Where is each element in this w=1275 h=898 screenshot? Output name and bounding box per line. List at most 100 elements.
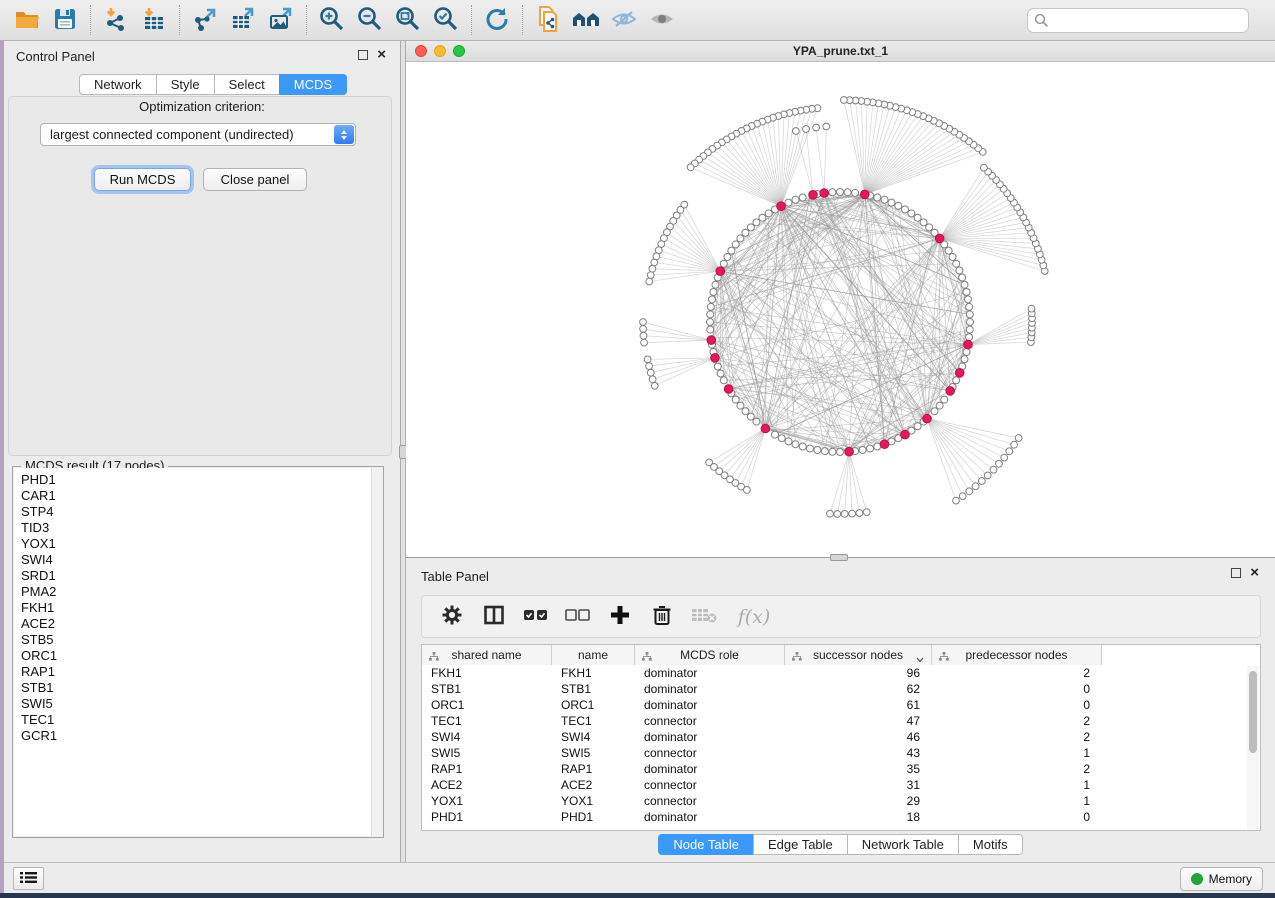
mcds-result-item[interactable]: SWI4 <box>21 552 382 568</box>
export-network-button[interactable] <box>186 3 224 37</box>
zoom-in-button[interactable] <box>313 3 351 37</box>
table-tab-network-table[interactable]: Network Table <box>847 834 959 855</box>
run-mcds-button[interactable]: Run MCDS <box>94 168 191 191</box>
tab-style[interactable]: Style <box>156 74 215 95</box>
mcds-result-item[interactable]: YOX1 <box>21 536 382 552</box>
table-cell: YOX1 <box>422 793 552 809</box>
status-bar: Memory <box>4 862 1275 893</box>
column-header-MCDS-role[interactable]: MCDS role <box>635 645 785 665</box>
mcds-result-item[interactable]: PMA2 <box>21 584 382 600</box>
network-graph[interactable] <box>406 62 1275 557</box>
network-canvas[interactable] <box>406 62 1275 557</box>
table-row[interactable]: YOX1YOX1connector291 <box>422 793 1260 809</box>
table-cell: PHD1 <box>552 809 635 825</box>
first-neighbors-button[interactable] <box>567 3 605 37</box>
column-header-predecessor-nodes[interactable]: predecessor nodes <box>932 645 1102 665</box>
mcds-tab-content <box>8 96 392 456</box>
copy-network-button[interactable] <box>529 3 567 37</box>
mcds-result-item[interactable]: ORC1 <box>21 648 382 664</box>
eye-icon <box>648 6 676 35</box>
save-session-button[interactable] <box>46 3 84 37</box>
horizontal-splitter-handle[interactable] <box>830 554 848 561</box>
mcds-result-item[interactable]: FKH1 <box>21 600 382 616</box>
table-cell: connector <box>635 713 785 729</box>
table-row[interactable]: STB1STB1dominator620 <box>422 681 1260 697</box>
table-tab-edge-table[interactable]: Edge Table <box>753 834 848 855</box>
column-header-shared-name[interactable]: shared name <box>422 645 552 665</box>
refresh-layout-button[interactable] <box>478 3 516 37</box>
mcds-list-scrollbar[interactable] <box>371 468 382 836</box>
table-settings-button[interactable] <box>436 602 468 632</box>
table-tab-node-table[interactable]: Node Table <box>658 834 754 855</box>
table-panel-title: Table Panel <box>421 569 489 584</box>
tab-network[interactable]: Network <box>79 74 157 95</box>
column-label: name <box>578 648 608 662</box>
shared-column-icon <box>429 650 439 664</box>
task-history-button[interactable] <box>13 867 44 890</box>
zoom-selected-button[interactable] <box>427 3 465 37</box>
column-header-name[interactable]: name <box>552 645 635 665</box>
select-all-button[interactable] <box>520 602 552 632</box>
memory-button[interactable]: Memory <box>1180 867 1263 891</box>
mcds-result-item[interactable]: STB5 <box>21 632 382 648</box>
mcds-result-item[interactable]: CAR1 <box>21 488 382 504</box>
table-cell: RAP1 <box>422 761 552 777</box>
table-row[interactable]: ORC1ORC1dominator610 <box>422 697 1260 713</box>
mcds-result-item[interactable]: ACE2 <box>21 616 382 632</box>
mcds-result-item[interactable]: STP4 <box>21 504 382 520</box>
open-file-button[interactable] <box>8 3 46 37</box>
table-scrollbar[interactable] <box>1247 666 1259 829</box>
table-row[interactable]: RAP1RAP1dominator352 <box>422 761 1260 777</box>
import-network-button[interactable] <box>97 3 135 37</box>
add-column-button[interactable] <box>604 602 636 632</box>
float-panel-icon[interactable] <box>358 50 368 60</box>
export-table-button[interactable] <box>224 3 262 37</box>
sort-chevron-icon[interactable] <box>916 652 923 657</box>
table-header-row: shared name name MCDS role successor nodes p… <box>422 645 1102 665</box>
network-titlebar[interactable]: YPA_prune.txt_1 <box>406 41 1275 62</box>
mcds-result-item[interactable]: TEC1 <box>21 712 382 728</box>
mcds-result-list[interactable]: PHD1CAR1STP4TID3YOX1SWI4SRD1PMA2FKH1ACE2… <box>14 468 382 836</box>
mcds-result-item[interactable]: RAP1 <box>21 664 382 680</box>
table-cell: ORC1 <box>422 697 552 713</box>
mcds-result-item[interactable]: SWI5 <box>21 696 382 712</box>
table-row[interactable]: TEC1TEC1connector472 <box>422 713 1260 729</box>
close-panel-icon[interactable]: × <box>377 50 386 60</box>
table-cell: PHD1 <box>422 809 552 825</box>
close-panel-button[interactable]: Close panel <box>203 168 307 191</box>
import-table-button[interactable] <box>135 3 173 37</box>
table-scrollbar-thumb[interactable] <box>1249 671 1257 753</box>
mcds-result-item[interactable]: SRD1 <box>21 568 382 584</box>
table-row[interactable]: PHD1PHD1dominator180 <box>422 809 1260 825</box>
table-row[interactable]: FKH1FKH1dominator962 <box>422 665 1260 681</box>
column-label: successor nodes <box>813 648 903 662</box>
export-image-button[interactable] <box>262 3 300 37</box>
close-table-panel-icon[interactable]: × <box>1250 568 1259 578</box>
table-row[interactable]: SWI5SWI5connector431 <box>422 745 1260 761</box>
tab-select[interactable]: Select <box>214 74 280 95</box>
mcds-result-item[interactable]: PHD1 <box>21 472 382 488</box>
hide-selected-button[interactable] <box>605 3 643 37</box>
table-tab-motifs[interactable]: Motifs <box>958 834 1023 855</box>
zoom-out-button[interactable] <box>351 3 389 37</box>
mcds-result-item[interactable]: STB1 <box>21 680 382 696</box>
unselect-all-button[interactable] <box>562 602 594 632</box>
show-columns-button[interactable] <box>478 602 510 632</box>
mcds-result-item[interactable]: TID3 <box>21 520 382 536</box>
mcds-result-item[interactable]: GCR1 <box>21 728 382 744</box>
table-row[interactable]: ACE2ACE2connector311 <box>422 777 1260 793</box>
table-row[interactable]: SWI4SWI4dominator462 <box>422 729 1260 745</box>
delete-column-button[interactable] <box>646 602 678 632</box>
search-input[interactable] <box>1027 8 1249 33</box>
show-all-button[interactable] <box>643 3 681 37</box>
float-table-panel-icon[interactable] <box>1231 568 1241 578</box>
tab-mcds[interactable]: MCDS <box>279 74 347 95</box>
column-header-successor-nodes[interactable]: successor nodes <box>785 645 932 665</box>
zoom-fit-button[interactable] <box>389 3 427 37</box>
table-cell: 18 <box>785 809 932 825</box>
criterion-select[interactable]: largest connected component (undirected) <box>40 123 356 146</box>
mcds-result-group: MCDS result (17 nodes) PHD1CAR1STP4TID3Y… <box>12 466 384 838</box>
destroy-table-button[interactable] <box>688 602 720 632</box>
function-builder-button[interactable]: f(x) <box>730 602 778 632</box>
table-cell: dominator <box>635 761 785 777</box>
